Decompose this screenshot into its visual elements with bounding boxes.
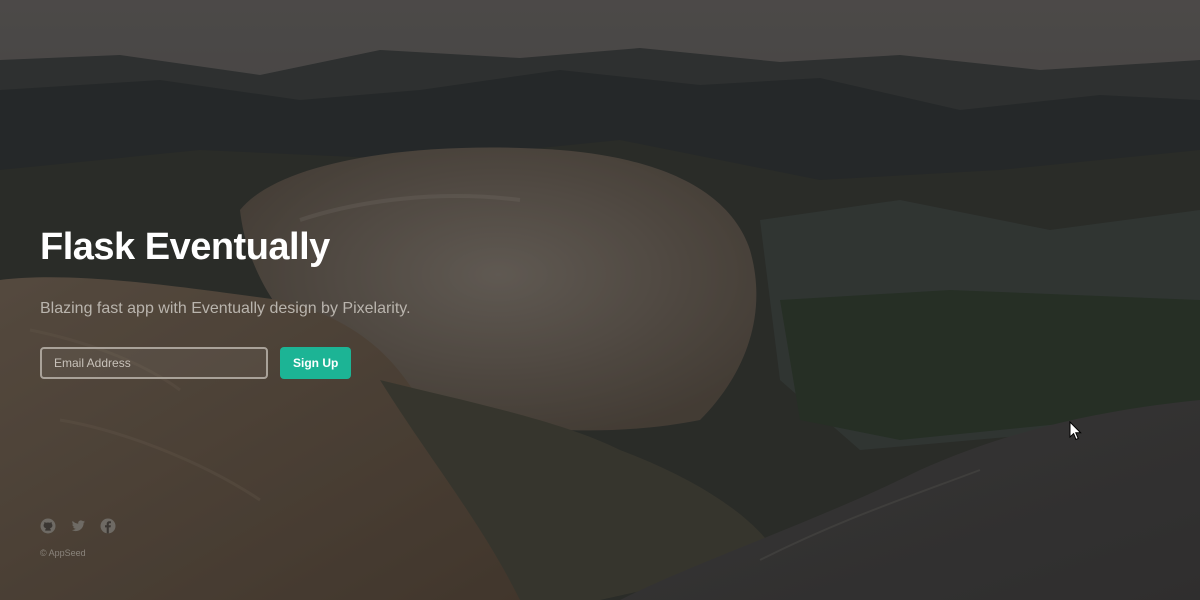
- email-field[interactable]: [40, 347, 268, 379]
- facebook-icon: [100, 518, 116, 534]
- github-icon: [40, 518, 56, 534]
- facebook-link[interactable]: [100, 518, 116, 534]
- page: Flask Eventually Blazing fast app with E…: [0, 0, 1200, 600]
- social-links: [40, 518, 116, 534]
- page-title: Flask Eventually: [40, 226, 330, 268]
- sign-up-button[interactable]: Sign Up: [280, 347, 352, 379]
- twitter-icon: [71, 520, 85, 532]
- github-link[interactable]: [40, 518, 56, 534]
- signup-form: Sign Up: [40, 347, 352, 379]
- twitter-link[interactable]: [70, 518, 86, 534]
- hero-content: Flask Eventually Blazing fast app with E…: [40, 0, 640, 600]
- mouse-pointer-icon: [1069, 421, 1082, 441]
- copyright-text: © AppSeed: [40, 548, 86, 558]
- hero-tagline: Blazing fast app with Eventually design …: [40, 300, 411, 317]
